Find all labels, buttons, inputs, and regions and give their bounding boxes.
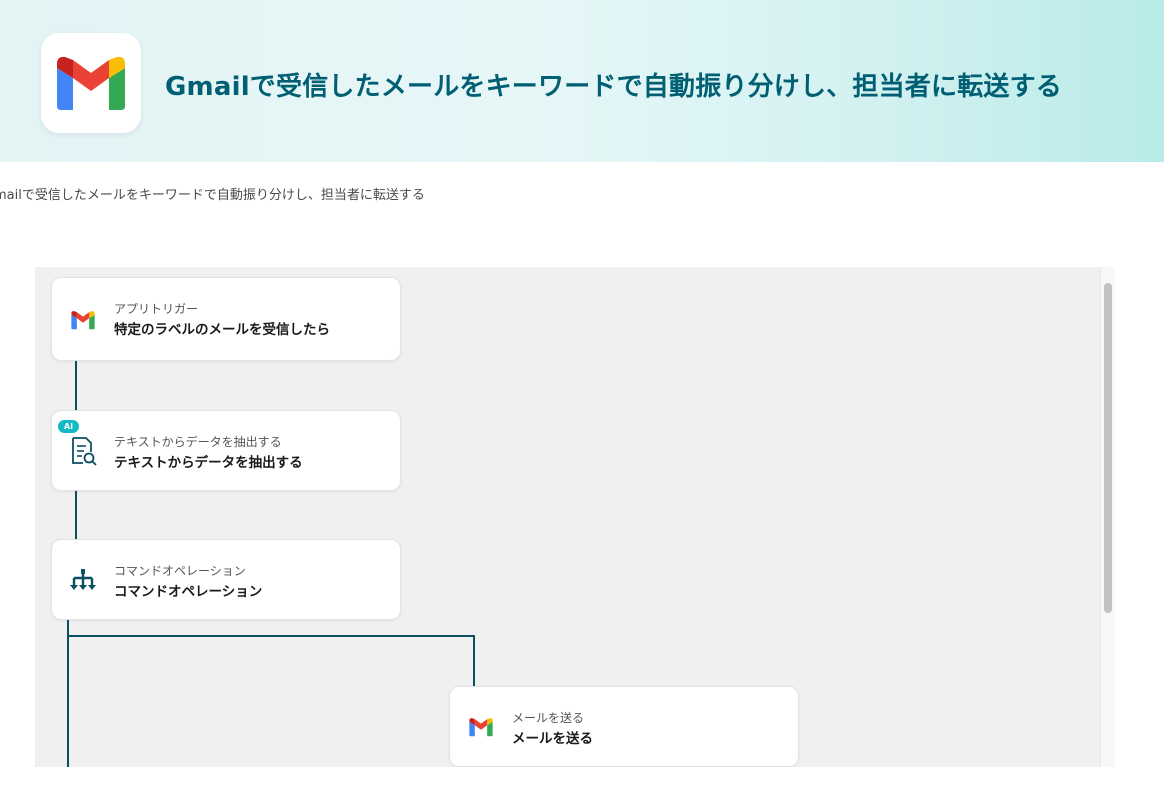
document-search-icon xyxy=(68,436,98,466)
node-title: メールを送る xyxy=(512,731,593,747)
gmail-icon xyxy=(68,305,98,335)
gmail-icon xyxy=(57,56,125,110)
vertical-scrollbar[interactable] xyxy=(1100,267,1115,767)
gmail-logo xyxy=(41,33,141,133)
connector-2-3 xyxy=(75,490,77,540)
scrollbar-thumb[interactable] xyxy=(1104,283,1112,613)
branch-connector-horizontal xyxy=(67,635,475,637)
connector-1-2 xyxy=(75,360,77,410)
flow-step-trigger[interactable]: アプリトリガー 特定のラベルのメールを受信したら xyxy=(51,277,401,361)
page-description: mailで受信したメールをキーワードで自動振り分けし、担当者に転送する xyxy=(0,188,425,203)
node-type-label: テキストからデータを抽出する xyxy=(114,435,282,449)
flow-step-send-mail[interactable]: メールを送る メールを送る xyxy=(449,686,799,767)
gmail-icon xyxy=(466,712,496,742)
branch-connector-right xyxy=(473,635,475,687)
page-title: Gmailで受信したメールをキーワードで自動振り分けし、担当者に転送する xyxy=(165,72,1063,102)
branch-connector-left xyxy=(67,619,69,767)
node-type-label: メールを送る xyxy=(512,711,585,725)
node-title: 特定のラベルのメールを受信したら xyxy=(114,322,330,338)
node-title: テキストからデータを抽出する xyxy=(114,455,303,471)
flow-canvas[interactable]: アプリトリガー 特定のラベルのメールを受信したら AI テキストからデータを抽出… xyxy=(35,267,1115,767)
header-banner: Gmailで受信したメールをキーワードで自動振り分けし、担当者に転送する xyxy=(0,0,1164,162)
branch-icon xyxy=(68,565,98,595)
flow-step-command-operation[interactable]: コマンドオペレーション コマンドオペレーション xyxy=(51,539,401,620)
ai-badge: AI xyxy=(58,420,79,433)
node-title: コマンドオペレーション xyxy=(114,584,263,600)
node-type-label: アプリトリガー xyxy=(114,302,199,316)
node-type-label: コマンドオペレーション xyxy=(114,564,246,578)
flow-step-extract-data[interactable]: AI テキストからデータを抽出する テキストからデータを抽出する xyxy=(51,410,401,491)
